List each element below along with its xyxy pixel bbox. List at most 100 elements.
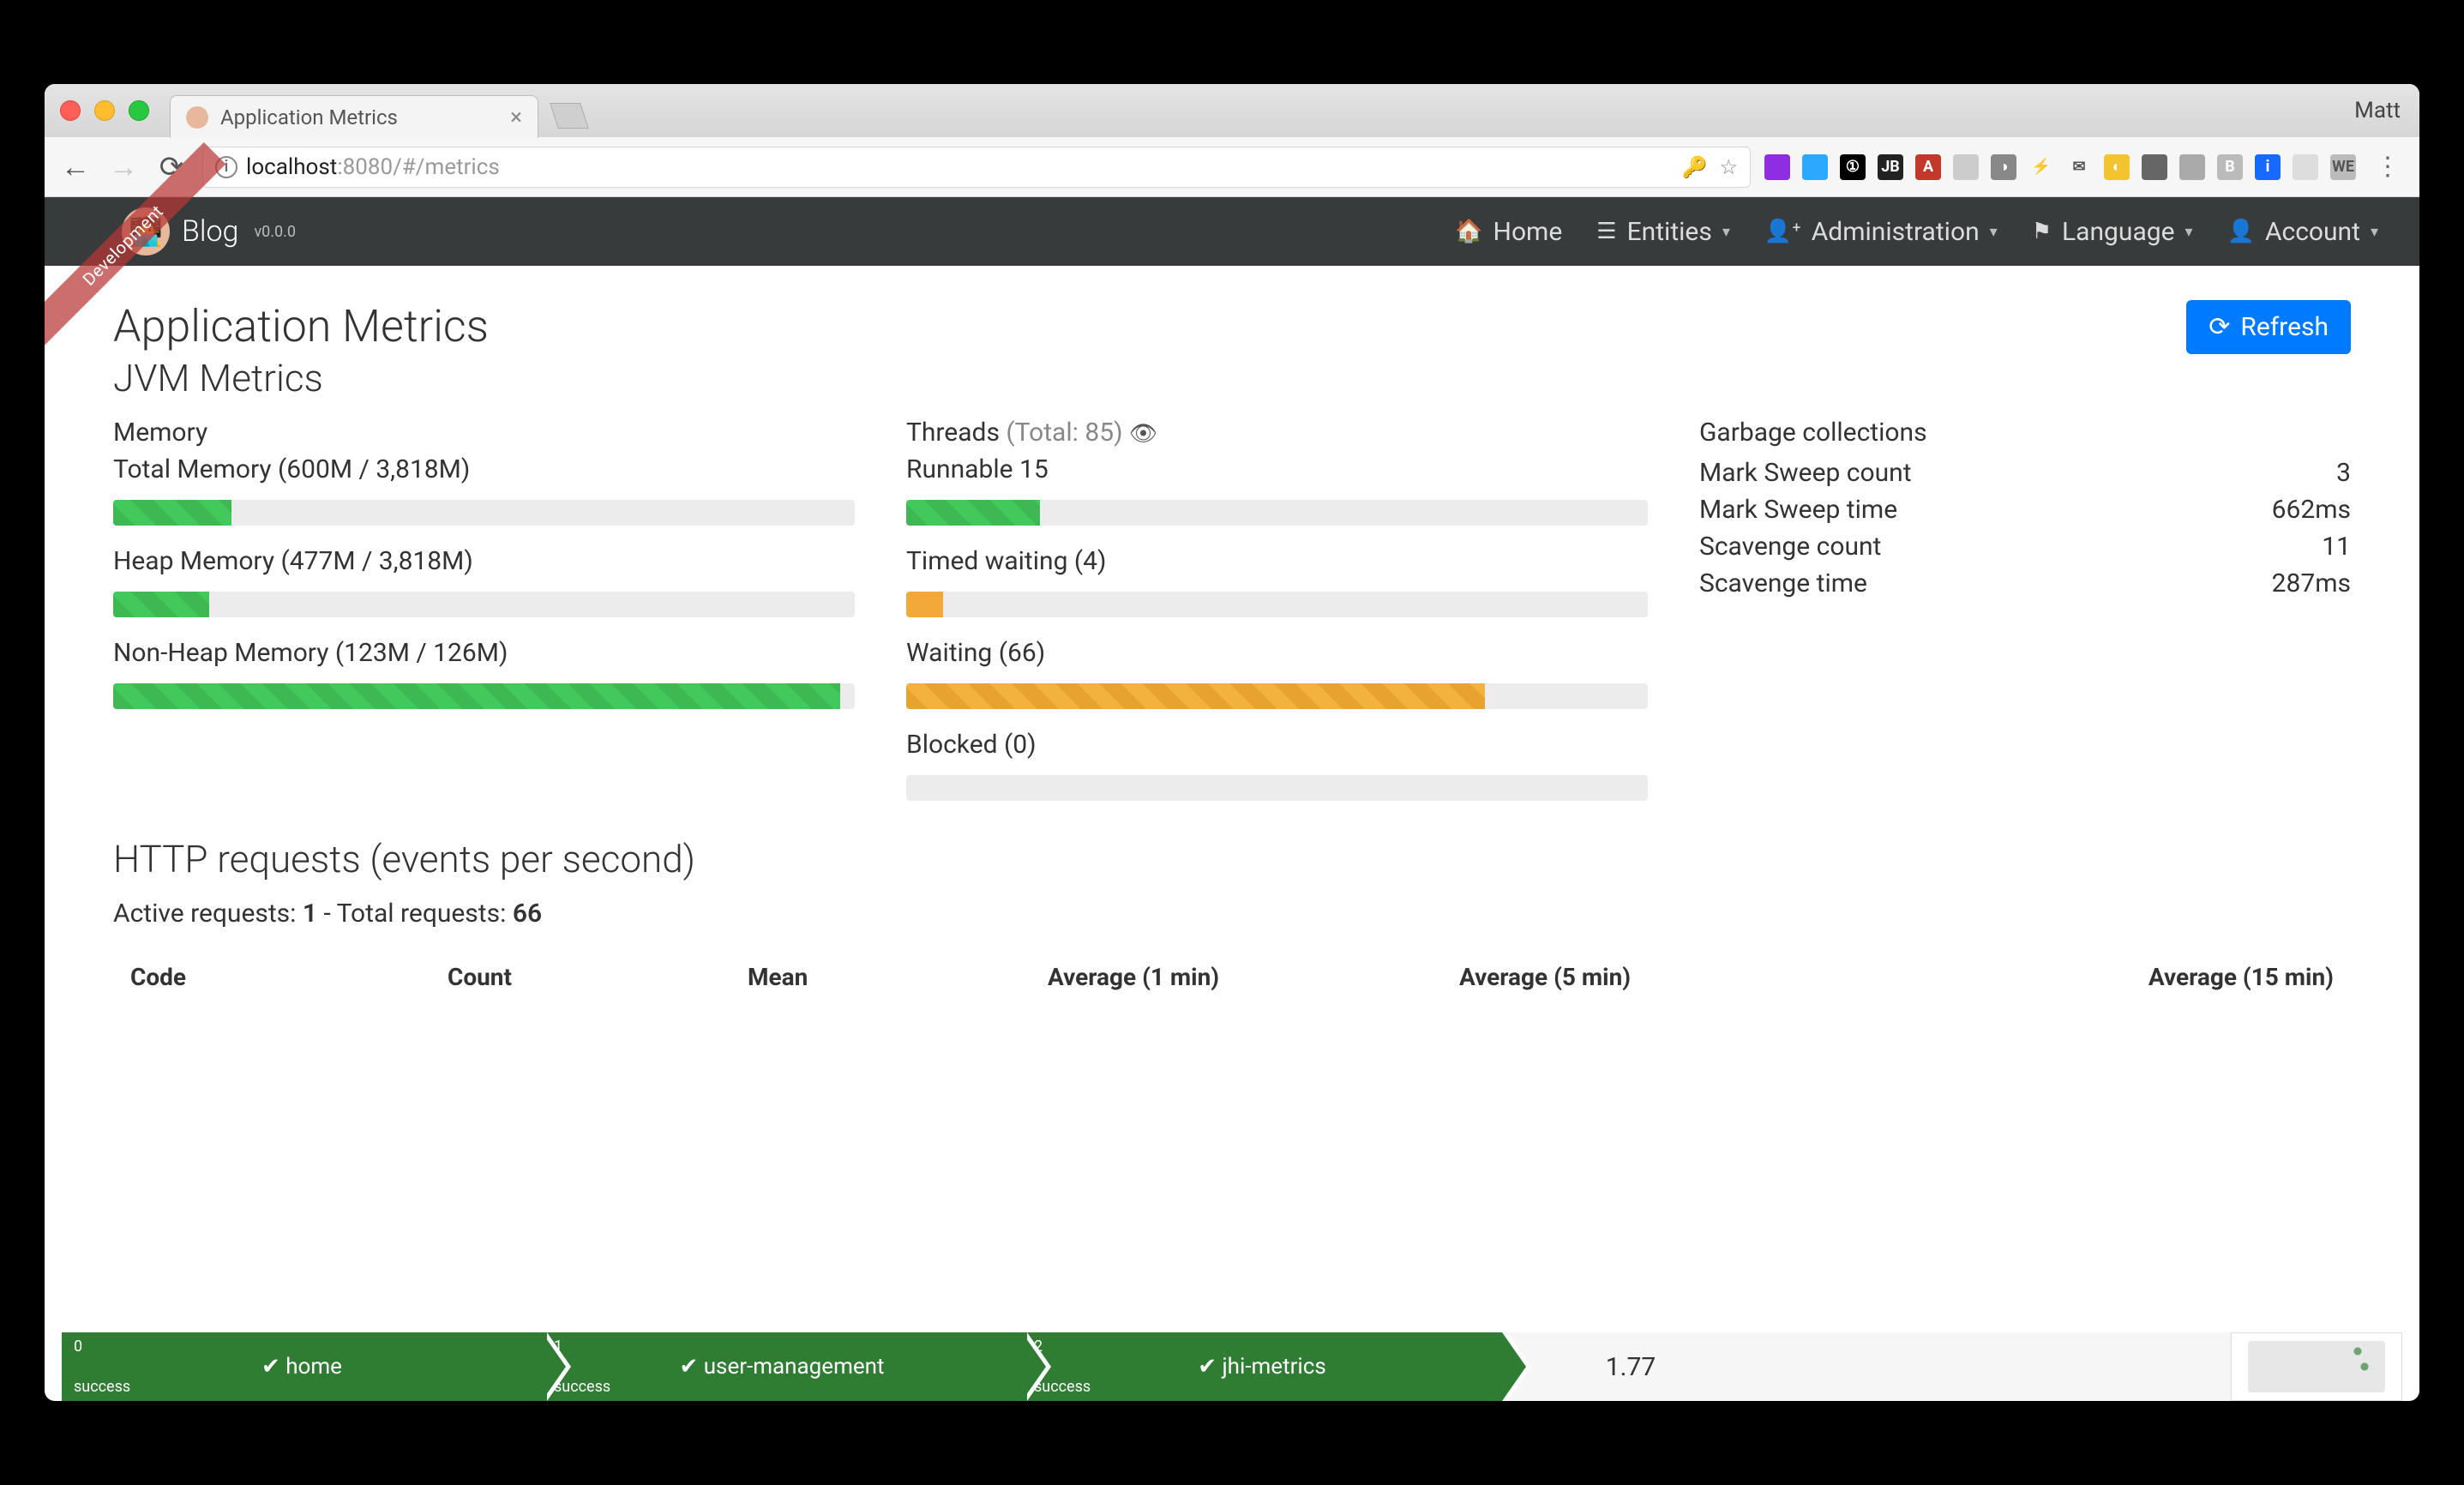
page-title: Application Metrics (113, 300, 2351, 352)
memory-nonheap-progress (113, 683, 855, 709)
nav-home[interactable]: 🏠Home (1455, 217, 1562, 247)
extension-icon[interactable]: B (2217, 154, 2243, 180)
threads-total: (Total: 85) (1006, 418, 1122, 448)
extension-icon[interactable] (2179, 154, 2205, 180)
browser-tabbar: Application Metrics × Matt (45, 84, 2419, 137)
gc-key: Scavenge time (1699, 568, 1867, 598)
gc-key: Mark Sweep count (1699, 458, 1912, 488)
key-icon[interactable]: 🔑 (1682, 155, 1708, 179)
close-window-button[interactable] (60, 100, 81, 121)
url-host: localhost (246, 154, 337, 180)
refresh-label: Refresh (2240, 312, 2329, 342)
memory-nonheap-label: Non-Heap Memory (123M / 126M) (113, 638, 855, 668)
star-icon[interactable]: ☆ (1719, 155, 1738, 179)
nav-back-button[interactable]: ← (58, 150, 93, 184)
nav-entities[interactable]: ☰Entities▾ (1596, 217, 1730, 247)
brand-version: v0.0.0 (254, 223, 296, 241)
chevron-down-icon: ▾ (2185, 223, 2193, 241)
threads-waiting-label: Waiting (66) (906, 638, 1648, 668)
http-section: HTTP requests (events per second) Active… (113, 837, 2351, 991)
extension-icon[interactable] (1764, 154, 1790, 180)
gc-value: 11 (2322, 532, 2351, 562)
tab-title: Application Metrics (220, 105, 398, 129)
step-index: 0 (74, 1338, 82, 1356)
minimize-window-button[interactable] (94, 100, 115, 121)
brand-name: Blog (182, 214, 238, 249)
threads-timed-progress (906, 592, 1648, 617)
http-active: 1 (303, 899, 317, 929)
threads-blocked-progress (906, 775, 1648, 801)
extension-icon[interactable]: ① (1840, 154, 1866, 180)
extension-icon[interactable]: WE (2330, 154, 2356, 180)
user-gear-icon: 👤⁺ (1764, 219, 1801, 244)
extension-icon[interactable]: ✉ (2066, 154, 2092, 180)
col-avg5: Average (5 min) (1442, 963, 1845, 991)
extension-icon[interactable] (1953, 154, 1979, 180)
chevron-down-icon: ▾ (1722, 223, 1730, 241)
protractor-breadcrumb: 0 ✔ home success 1✔ user-managementsuccess2… (62, 1332, 2402, 1401)
page-subtitle: JVM Metrics (113, 356, 2351, 400)
tab-favicon (186, 106, 208, 129)
extension-icon[interactable]: i (2255, 154, 2281, 180)
chevron-down-icon: ▾ (1990, 223, 1998, 241)
gc-value: 287ms (2272, 568, 2351, 598)
extension-icon[interactable]: ⚡ (2028, 154, 2054, 180)
nav-forward-button[interactable]: → (106, 150, 141, 184)
memory-heap-label: Heap Memory (477M / 3,818M) (113, 546, 855, 576)
list-icon: ☰ (1596, 219, 1616, 244)
threads-runnable-label: Runnable 15 (906, 454, 1648, 484)
user-icon: 👤 (2227, 219, 2255, 244)
col-code: Code (113, 963, 430, 991)
memory-total-label: Total Memory (600M / 3,818M) (113, 454, 855, 484)
new-tab-button[interactable] (550, 103, 589, 129)
extension-icon[interactable] (1802, 154, 1828, 180)
step-label: ✔ user-management (679, 1354, 884, 1380)
nav-administration[interactable]: 👤⁺Administration▾ (1764, 217, 1998, 247)
browser-tab[interactable]: Application Metrics × (170, 95, 538, 138)
breadcrumb-step[interactable]: 2✔ jhi-metricssuccess (1022, 1332, 1502, 1401)
gc-row: Scavenge time 287ms (1699, 565, 2351, 602)
close-tab-icon[interactable]: × (510, 105, 522, 130)
browser-menu-button[interactable]: ⋮ (2370, 152, 2406, 182)
threads-blocked-label: Blocked (0) (906, 730, 1648, 760)
threads-timed-label: Timed waiting (4) (906, 546, 1648, 576)
gc-row: Mark Sweep time662ms (1699, 491, 2351, 528)
window-controls (60, 100, 149, 121)
http-avg5-value: 1.77 (1502, 1332, 1759, 1401)
eye-icon[interactable]: 👁 (1129, 421, 1157, 447)
threads-header: Threads (Total: 85) 👁 (906, 418, 1648, 448)
gc-header: Garbage collections (1699, 418, 2351, 448)
gc-key: Mark Sweep time (1699, 495, 1897, 525)
extension-icon[interactable]: ◑ (1991, 154, 2016, 180)
col-avg1: Average (1 min) (1031, 963, 1442, 991)
browser-window: Application Metrics × Matt ← → ⟳ i local… (45, 84, 2419, 1401)
breadcrumb-step[interactable]: 0 ✔ home success (62, 1332, 542, 1401)
col-mean: Mean (730, 963, 1031, 991)
threads-section: Threads (Total: 85) 👁 Runnable 15 Timed … (906, 418, 1648, 821)
gc-row: Scavenge count11 (1699, 528, 2351, 565)
extension-icon[interactable]: ◐ (2104, 154, 2130, 180)
step-status: success (74, 1378, 130, 1396)
maximize-window-button[interactable] (129, 100, 149, 121)
extension-icon[interactable] (2142, 154, 2167, 180)
memory-total-progress (113, 500, 855, 526)
threads-waiting-progress (906, 683, 1648, 709)
extension-icon[interactable]: A (1915, 154, 1941, 180)
extension-icon[interactable]: JB (1878, 154, 1903, 180)
url-input[interactable]: i localhost:8080/#/metrics 🔑 ☆ (202, 147, 1751, 188)
step-label: ✔ home (261, 1354, 342, 1380)
breadcrumb-step[interactable]: 1✔ user-managementsuccess (542, 1332, 1022, 1401)
url-path: /#/metrics (393, 154, 500, 180)
url-right-icons: 🔑 ☆ (1682, 155, 1738, 179)
memory-header: Memory (113, 418, 855, 448)
minimap-thumbnail[interactable] (2231, 1332, 2402, 1401)
nav-links: 🏠Home ☰Entities▾ 👤⁺Administration▾ ⚑Lang… (1455, 217, 2378, 247)
extension-icon[interactable] (2293, 154, 2318, 180)
refresh-button[interactable]: ⟳ Refresh (2186, 300, 2351, 354)
nav-language[interactable]: ⚑Language▾ (2032, 217, 2193, 247)
col-avg15: Average (15 min) (1845, 963, 2351, 991)
app-navbar: Development 🧑‍💻 Blog v0.0.0 🏠Home ☰Entit… (45, 197, 2419, 266)
nav-account[interactable]: 👤Account▾ (2227, 217, 2378, 247)
browser-profile-label[interactable]: Matt (2354, 98, 2401, 123)
extension-icons: ① JB A ◑ ⚡ ✉ ◐ B i WE (1764, 154, 2356, 180)
